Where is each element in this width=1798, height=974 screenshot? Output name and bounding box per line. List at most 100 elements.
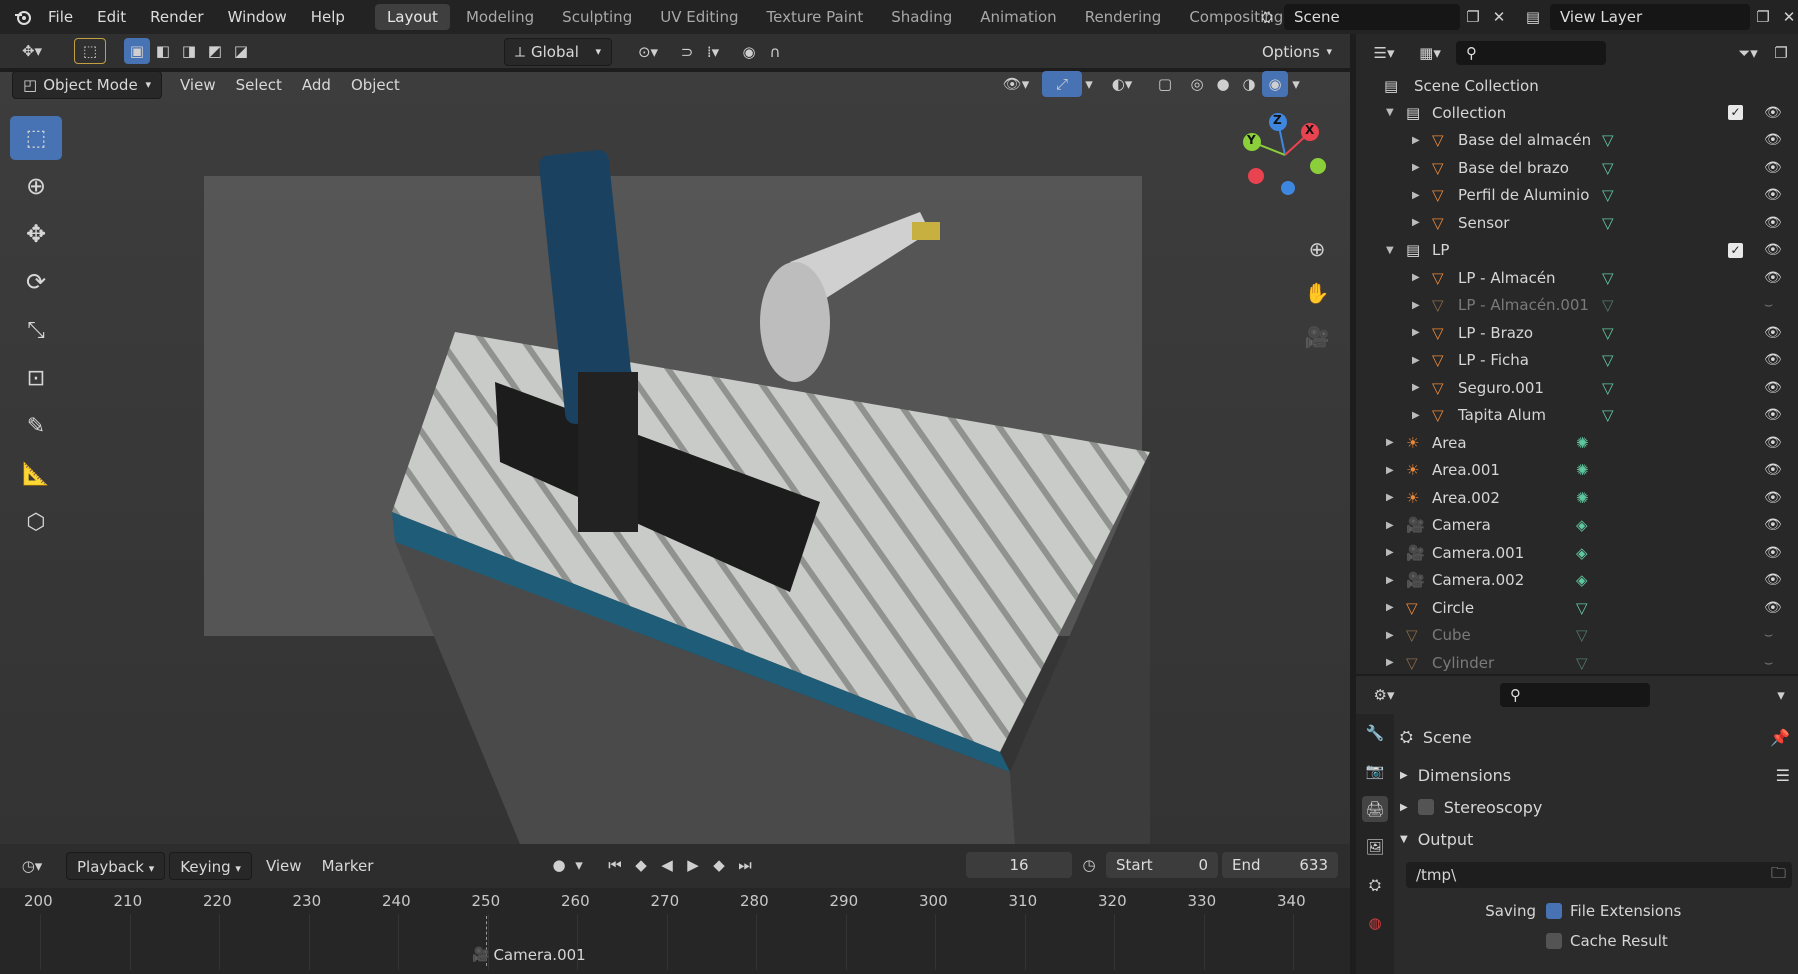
snap-target-icon[interactable]: ⁞▾ <box>700 39 726 65</box>
select-intersect-icon[interactable]: ◪ <box>228 38 254 64</box>
menu-add[interactable]: Add <box>292 71 341 99</box>
view-layer-icon[interactable]: ▤ <box>1520 4 1546 30</box>
eye-icon[interactable]: 👁 <box>1764 352 1782 368</box>
tab-shading[interactable]: Shading <box>879 4 964 30</box>
view-layer-tab-icon[interactable]: 🖼 <box>1362 834 1388 860</box>
expand-right-icon[interactable]: ▶ <box>1412 135 1422 146</box>
outliner-row[interactable]: ▶ ▽ Sensor ▽ 👁 <box>1356 209 1798 236</box>
eye-closed-icon[interactable]: ⌣ <box>1764 627 1773 643</box>
outliner-row[interactable]: ▶ ▽ Seguro.001 ▽ 👁 <box>1356 374 1798 401</box>
expand-down-icon[interactable]: ▼ <box>1386 245 1396 256</box>
cursor-tool[interactable]: ⊕ <box>10 164 62 208</box>
eye-icon[interactable]: 👁 <box>1764 517 1782 533</box>
tab-animation[interactable]: Animation <box>968 4 1068 30</box>
expand-right-icon[interactable]: ▶ <box>1386 602 1396 613</box>
outliner-row[interactable]: ▶ ▽ Cube ▽ ⌣ <box>1356 622 1798 649</box>
expand-right-icon[interactable]: ▶ <box>1412 190 1422 201</box>
expand-right-icon[interactable]: ▶ <box>1412 382 1422 393</box>
expand-right-icon[interactable]: ▶ <box>1386 575 1396 586</box>
expand-right-icon[interactable]: ▶ <box>1386 465 1396 476</box>
outliner-row[interactable]: ▶ ▽ Tapita Alum ▽ 👁 <box>1356 402 1798 429</box>
file-extensions-checkbox[interactable] <box>1546 903 1562 919</box>
eye-icon[interactable]: 👁 <box>1764 435 1782 451</box>
expand-right-icon[interactable]: ▶ <box>1412 327 1422 338</box>
menu-object[interactable]: Object <box>341 71 410 99</box>
display-mode-icon[interactable]: ▦▾ <box>1410 40 1450 66</box>
object-data-icon[interactable]: ✺ <box>1576 489 1589 507</box>
outliner-editor-icon[interactable]: ☰▾ <box>1364 40 1404 66</box>
properties-editor-icon[interactable]: ⚙▾ <box>1364 682 1404 708</box>
eye-icon[interactable]: 👁 <box>1764 545 1782 561</box>
outliner-row[interactable]: ▶ ☀ Area ✺ 👁 <box>1356 429 1798 456</box>
outliner-row[interactable]: ▶ ☀ Area.002 ✺ 👁 <box>1356 484 1798 511</box>
outliner-row[interactable]: ▶ ▽ Base del brazo ▽ 👁 <box>1356 154 1798 181</box>
menu-view[interactable]: View <box>170 71 226 99</box>
eye-closed-icon[interactable]: ⌣ <box>1764 655 1773 671</box>
outliner-row[interactable]: ▶ 🎥 Camera.001 ◈ 👁 <box>1356 539 1798 566</box>
outliner-row[interactable]: ▼ ▤ Collection ✓ 👁 <box>1356 99 1798 126</box>
menu-render[interactable]: Render <box>138 0 215 34</box>
pivot-point-icon[interactable]: ⊙▾ <box>628 39 668 65</box>
expand-right-icon[interactable]: ▶ <box>1412 300 1422 311</box>
stereoscopy-checkbox[interactable] <box>1417 799 1434 815</box>
new-scene-icon[interactable]: ❐ <box>1460 4 1486 30</box>
scene-icon[interactable]: ⛭ <box>1254 4 1280 30</box>
snap-icon[interactable]: ⊃ <box>674 39 700 65</box>
navigation-gizmo[interactable]: Z Y X <box>1230 110 1340 200</box>
overlay-icon[interactable]: ◐▾ <box>1102 71 1142 97</box>
object-data-icon[interactable]: ◈ <box>1576 516 1588 534</box>
outliner-row[interactable]: ▶ ▽ Perfil de Aluminio ▽ 👁 <box>1356 182 1798 209</box>
transform-pivot-icon[interactable]: ✥▾ <box>12 38 52 64</box>
xray-icon[interactable]: ▢ <box>1152 71 1178 97</box>
object-data-icon[interactable]: ▽ <box>1602 379 1614 397</box>
object-data-icon[interactable]: ▽ <box>1602 131 1614 149</box>
object-data-icon[interactable]: ✺ <box>1576 461 1589 479</box>
chevron-down-icon[interactable]: ▾ <box>1768 682 1794 708</box>
tab-rendering[interactable]: Rendering <box>1073 4 1174 30</box>
presets-list-icon[interactable]: ☰ <box>1776 766 1790 785</box>
wireframe-shading-icon[interactable]: ◎ <box>1184 71 1210 97</box>
object-data-icon[interactable]: ◈ <box>1576 571 1588 589</box>
select-tool-icon[interactable]: ⬚ <box>74 38 106 64</box>
rotate-tool[interactable]: ⟳ <box>10 260 62 304</box>
outliner-row[interactable]: ▶ ▽ Cylinder ▽ ⌣ <box>1356 649 1798 676</box>
tool-tab-icon[interactable]: 🔧 <box>1362 720 1388 746</box>
expand-right-icon[interactable]: ▶ <box>1386 520 1396 531</box>
outliner-row[interactable]: ▶ ☀ Area.001 ✺ 👁 <box>1356 457 1798 484</box>
menu-file[interactable]: File <box>36 0 85 34</box>
world-tab-icon[interactable]: ◍ <box>1362 910 1388 936</box>
pin-icon[interactable]: 📌 <box>1770 728 1790 747</box>
object-data-icon[interactable]: ▽ <box>1602 214 1614 232</box>
eye-icon[interactable]: 👁 <box>1764 572 1782 588</box>
expand-right-icon[interactable]: ▶ <box>1386 657 1396 668</box>
scene-name-field[interactable]: Scene <box>1284 4 1460 30</box>
proportional-edit-icon[interactable]: ◉ <box>736 39 762 65</box>
folder-icon[interactable]: 🗀 <box>1771 863 1786 888</box>
object-data-icon[interactable]: ▽ <box>1576 654 1588 672</box>
outliner-row[interactable]: ▶ 🎥 Camera.002 ◈ 👁 <box>1356 567 1798 594</box>
outliner-row-scene-collection[interactable]: ▤ Scene Collection <box>1356 72 1798 99</box>
expand-right-icon[interactable]: ▶ <box>1386 437 1396 448</box>
properties-search-input[interactable]: ⚲ <box>1500 683 1650 707</box>
zoom-icon[interactable]: ⊕ <box>1300 232 1334 266</box>
select-difference-icon[interactable]: ◩ <box>202 38 228 64</box>
object-data-icon[interactable]: ▽ <box>1602 324 1614 342</box>
add-cube-tool[interactable]: ⬡ <box>10 500 62 544</box>
gizmo-toggle-icon[interactable]: ⤢ <box>1042 71 1082 97</box>
eye-icon[interactable]: 👁 <box>1764 270 1782 286</box>
render-tab-icon[interactable]: 📷 <box>1362 758 1388 784</box>
expand-right-icon[interactable]: ▶ <box>1412 355 1422 366</box>
measure-tool[interactable]: 📐 <box>10 452 62 496</box>
exclude-checkbox-icon[interactable]: ✓ <box>1728 105 1743 120</box>
panel-output[interactable]: ▼ Output <box>1400 824 1790 854</box>
object-data-icon[interactable]: ▽ <box>1602 269 1614 287</box>
object-data-icon[interactable]: ▽ <box>1602 159 1614 177</box>
outliner-row[interactable]: ▶ ▽ LP - Almacén.001 ▽ ⌣ <box>1356 292 1798 319</box>
rendered-shading-icon[interactable]: ◉ <box>1262 71 1288 97</box>
annotate-tool[interactable]: ✎ <box>10 404 62 448</box>
visibility-icon[interactable]: 👁▾ <box>996 71 1036 97</box>
delete-scene-icon[interactable]: ✕ <box>1486 4 1512 30</box>
scene-tab-icon[interactable]: ⛭ <box>1362 872 1388 898</box>
new-view-layer-icon[interactable]: ❐ <box>1750 4 1776 30</box>
eye-icon[interactable]: 👁 <box>1764 490 1782 506</box>
